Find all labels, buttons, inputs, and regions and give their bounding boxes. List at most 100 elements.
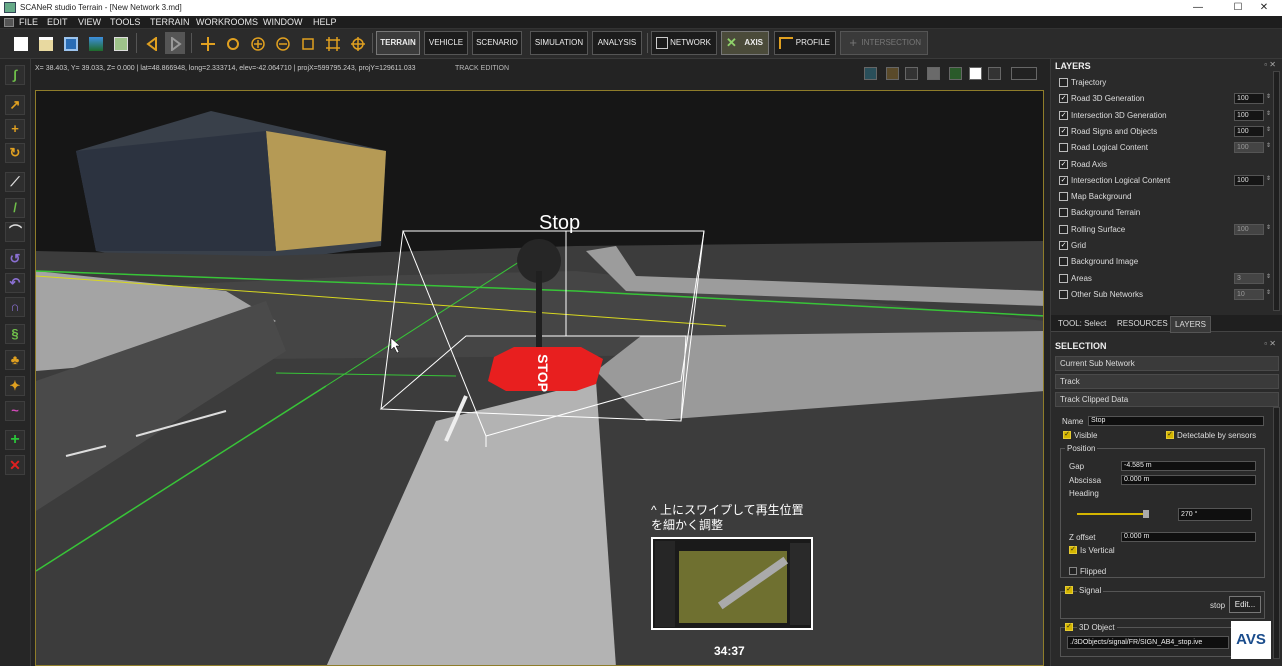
edit-signal-button[interactable]: Edit... bbox=[1229, 596, 1261, 613]
heading-slider-handle[interactable] bbox=[1143, 510, 1149, 518]
object-tool-button[interactable]: ✦ bbox=[5, 376, 25, 396]
layer-row[interactable]: Other Sub Networks 10 ⇕ bbox=[1059, 288, 1274, 302]
spin-arrows-icon[interactable]: ⇕ bbox=[1266, 273, 1271, 280]
visible-checkbox[interactable]: ✓ bbox=[1063, 431, 1071, 439]
layer-row[interactable]: ✓ Intersection Logical Content 100 ⇕ bbox=[1059, 174, 1274, 188]
layer-row[interactable]: ✓ Intersection 3D Generation 100 ⇕ bbox=[1059, 109, 1274, 123]
layer-opacity-input[interactable]: 100 bbox=[1234, 125, 1264, 137]
layer-checkbox[interactable]: ✓ bbox=[1059, 126, 1068, 136]
layer-checkbox[interactable] bbox=[1059, 257, 1068, 267]
heading-slider-track[interactable] bbox=[1077, 513, 1147, 515]
layer-opacity-input[interactable]: 100 bbox=[1234, 223, 1264, 235]
3d-viewport[interactable]: STOP Stop ^ 上にスワイプして再生位置 を細かく調整 34:37 bbox=[35, 90, 1044, 666]
layer-row[interactable]: Road Logical Content 100 ⇕ bbox=[1059, 141, 1274, 155]
select-tool-button[interactable]: ↗ bbox=[5, 95, 25, 115]
spin-arrows-icon[interactable]: ⇕ bbox=[1266, 93, 1271, 100]
clothoid-tool-button[interactable]: ↶ bbox=[5, 273, 25, 293]
signal-checkbox[interactable]: ✓ bbox=[1065, 586, 1073, 594]
menu-view[interactable]: VIEW bbox=[78, 17, 101, 27]
layer-checkbox[interactable]: ✓ bbox=[1059, 175, 1068, 185]
layer-row[interactable]: Trajectory bbox=[1059, 76, 1274, 90]
layer-row[interactable]: ✓ Grid bbox=[1059, 239, 1274, 253]
view-terrain-icon[interactable] bbox=[864, 67, 877, 80]
redo-button[interactable] bbox=[165, 32, 185, 54]
tab-layers[interactable]: LAYERS bbox=[1170, 316, 1211, 333]
view-white-icon[interactable] bbox=[969, 67, 982, 80]
workspace-analysis-button[interactable]: ANALYSIS bbox=[592, 31, 642, 55]
spin-arrows-icon[interactable]: ⇕ bbox=[1266, 224, 1271, 231]
layer-row[interactable]: Areas 3 ⇕ bbox=[1059, 272, 1274, 286]
center-view-button[interactable] bbox=[347, 32, 367, 54]
workspace-scenario-button[interactable]: SCENARIO bbox=[472, 31, 522, 55]
zoom-fit-button[interactable] bbox=[297, 32, 317, 54]
object3d-path-input[interactable]: ./3DObjects/signal/FR/SIGN_AB4_stop.ive bbox=[1067, 636, 1229, 649]
loop-tool-button[interactable]: ↺ bbox=[5, 249, 25, 269]
camera-dropdown-icon[interactable] bbox=[1011, 67, 1037, 80]
zoom-in-button[interactable] bbox=[247, 32, 267, 54]
view-green-icon[interactable] bbox=[949, 67, 962, 80]
view-box-icon[interactable] bbox=[886, 67, 899, 80]
layer-row[interactable]: Map Background bbox=[1059, 190, 1274, 204]
new-file-button[interactable] bbox=[10, 32, 30, 54]
menu-file[interactable]: FILE bbox=[19, 17, 38, 27]
layer-checkbox[interactable] bbox=[1059, 192, 1068, 202]
track-clipped-data-row[interactable]: Track Clipped Data bbox=[1055, 392, 1279, 407]
close-button[interactable]: ✕ bbox=[1244, 0, 1282, 16]
selection-scrollbar[interactable] bbox=[1273, 407, 1280, 659]
name-input[interactable]: Stop bbox=[1088, 416, 1264, 426]
layer-checkbox[interactable] bbox=[1059, 143, 1068, 153]
object3d-checkbox[interactable]: ✓ bbox=[1065, 623, 1073, 631]
pan-button[interactable] bbox=[197, 32, 217, 54]
tab-tool-select[interactable]: TOOL: Select bbox=[1058, 319, 1106, 328]
layer-opacity-input[interactable]: 100 bbox=[1234, 142, 1264, 154]
move-tool-button[interactable]: + bbox=[5, 119, 25, 139]
line-tool-button[interactable]: / bbox=[5, 198, 25, 218]
path-tool-button[interactable]: ~ bbox=[5, 401, 25, 421]
selection-panel-controls[interactable]: ▫ ✕ bbox=[1264, 339, 1276, 348]
spin-arrows-icon[interactable]: ⇕ bbox=[1266, 142, 1271, 149]
spline-tool-button[interactable]: § bbox=[5, 324, 25, 344]
flipped-checkbox[interactable] bbox=[1069, 567, 1077, 575]
view-frame-icon[interactable] bbox=[988, 67, 1001, 80]
layer-opacity-input[interactable]: 100 bbox=[1234, 174, 1264, 186]
app-menu-icon[interactable] bbox=[4, 18, 14, 27]
layer-checkbox[interactable] bbox=[1059, 224, 1068, 234]
layer-row[interactable]: Rolling Surface 100 ⇕ bbox=[1059, 223, 1274, 237]
rotate-tool-button[interactable]: ↻ bbox=[5, 143, 25, 163]
layer-row[interactable]: Background Terrain bbox=[1059, 206, 1274, 220]
layer-checkbox[interactable] bbox=[1059, 289, 1068, 299]
minimize-button[interactable]: — bbox=[1178, 0, 1218, 16]
layer-checkbox[interactable]: ✓ bbox=[1059, 94, 1068, 104]
view-top-icon[interactable] bbox=[927, 67, 940, 80]
layer-opacity-input[interactable]: 10 bbox=[1234, 288, 1264, 300]
abscissa-input[interactable]: 0.000 m bbox=[1121, 475, 1256, 485]
intersection-mode-button[interactable]: + INTERSECTION bbox=[840, 31, 928, 55]
layer-row[interactable]: ✓ Road Axis bbox=[1059, 158, 1274, 172]
current-sub-network-row[interactable]: Current Sub Network bbox=[1055, 356, 1279, 371]
menu-terrain[interactable]: TERRAIN bbox=[150, 17, 190, 27]
layer-checkbox[interactable]: ✓ bbox=[1059, 241, 1068, 250]
layer-row[interactable]: Background Image bbox=[1059, 255, 1274, 269]
layer-checkbox[interactable] bbox=[1059, 78, 1068, 87]
rotate-view-button[interactable] bbox=[222, 32, 242, 54]
menu-help[interactable]: HELP bbox=[313, 17, 337, 27]
road-tool-button[interactable]: ∫ bbox=[5, 65, 25, 85]
workspace-vehicle-button[interactable]: VEHICLE bbox=[424, 31, 468, 55]
layer-row[interactable]: ✓ Road 3D Generation 100 ⇕ bbox=[1059, 92, 1274, 106]
layers-panel-controls[interactable]: ▫ ✕ bbox=[1264, 60, 1276, 69]
is-vertical-checkbox[interactable]: ✓ bbox=[1069, 546, 1077, 554]
z-offset-input[interactable]: 0.000 m bbox=[1121, 532, 1256, 542]
detectable-checkbox[interactable]: ✓ bbox=[1166, 431, 1174, 439]
layer-checkbox[interactable] bbox=[1059, 208, 1068, 218]
zoom-region-button[interactable] bbox=[322, 32, 342, 54]
menu-window[interactable]: WINDOW bbox=[263, 17, 303, 27]
gap-input[interactable]: -4.585 m bbox=[1121, 461, 1256, 471]
axis-mode-button[interactable]: ✕ AXIS bbox=[721, 31, 769, 55]
spin-arrows-icon[interactable]: ⇕ bbox=[1266, 175, 1271, 182]
view-split-icon[interactable] bbox=[905, 67, 918, 80]
layer-opacity-input[interactable]: 100 bbox=[1234, 93, 1264, 105]
bridge-tool-button[interactable]: ∩ bbox=[5, 297, 25, 317]
undo-button[interactable] bbox=[141, 32, 161, 54]
workspace-simulation-button[interactable]: SIMULATION bbox=[530, 31, 588, 55]
spin-arrows-icon[interactable]: ⇕ bbox=[1266, 126, 1271, 133]
